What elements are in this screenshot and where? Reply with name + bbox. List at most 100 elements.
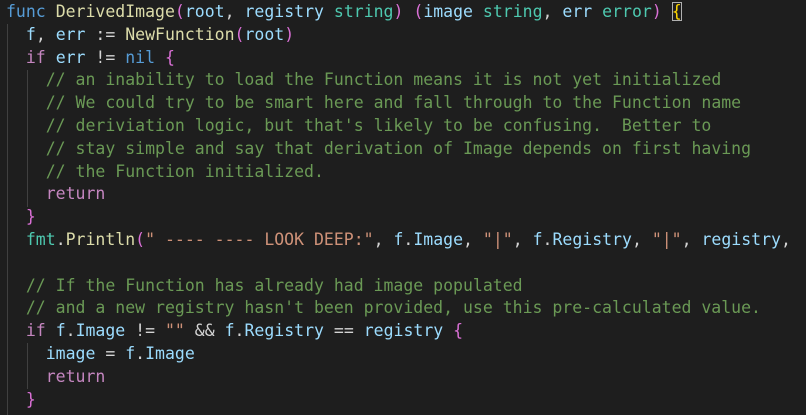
code-token: != xyxy=(125,321,165,341)
code-token: Image xyxy=(413,229,464,249)
code-line[interactable]: // We could try to be smart here and fal… xyxy=(6,92,791,115)
code-editor[interactable]: func DerivedImage(root, registry string)… xyxy=(0,0,806,415)
code-token: nil xyxy=(125,47,156,67)
code-text-area[interactable]: func DerivedImage(root, registry string)… xyxy=(6,1,791,411)
code-token: if xyxy=(25,321,46,341)
code-token: Image xyxy=(145,343,195,363)
code-line[interactable]: image = f.Image xyxy=(6,343,791,366)
code-token: Println xyxy=(65,229,136,249)
code-token: return xyxy=(45,184,106,204)
code-token: err xyxy=(55,47,86,67)
code-line[interactable]: // the Function initialized. xyxy=(6,161,791,184)
code-line[interactable]: func DerivedImage(root, registry string)… xyxy=(6,1,791,24)
code-token: ( xyxy=(413,2,424,21)
code-line[interactable]: return xyxy=(6,183,791,206)
code-token: && xyxy=(184,321,225,341)
code-token: == xyxy=(323,321,364,341)
code-line[interactable]: // and a new registry hasn't been provid… xyxy=(6,297,791,320)
code-line[interactable]: if f.Image != "" && f.Registry == regist… xyxy=(6,320,791,343)
code-token: , xyxy=(780,229,791,249)
code-token: , xyxy=(224,2,245,21)
code-line[interactable]: // an inability to load the Function mea… xyxy=(6,69,791,92)
code-token: ( xyxy=(174,2,185,21)
code-token: , xyxy=(35,24,56,44)
code-token: , xyxy=(463,229,483,249)
code-token: . xyxy=(65,321,76,341)
code-token: if xyxy=(25,47,46,67)
code-token: Image xyxy=(75,321,126,341)
code-line[interactable]: return xyxy=(6,366,791,389)
code-token: := xyxy=(85,24,126,44)
code-line[interactable]: // stay simple and say that derivation o… xyxy=(6,138,791,161)
code-line[interactable]: // If the Function has already had image… xyxy=(6,275,791,298)
code-token: f xyxy=(224,321,235,341)
code-line[interactable]: f, err := NewFunction(root) xyxy=(6,24,791,47)
code-token: DerivedImage xyxy=(55,2,175,21)
code-token: // and a new registry hasn't been provid… xyxy=(25,298,761,318)
code-token: return xyxy=(45,366,106,386)
code-token: , xyxy=(681,229,702,249)
code-token: err xyxy=(55,24,86,44)
code-token: // the Function initialized. xyxy=(45,161,324,181)
code-token: ) xyxy=(393,2,404,21)
code-token: = xyxy=(95,343,126,363)
code-token: // If the Function has already had image… xyxy=(25,275,523,295)
code-token: f xyxy=(25,24,36,44)
code-token: f xyxy=(393,229,404,249)
code-line[interactable]: if err != nil { xyxy=(6,47,791,70)
code-token: . xyxy=(135,343,146,363)
code-token: } xyxy=(25,207,36,227)
code-token: f xyxy=(55,321,66,341)
code-token: string xyxy=(482,2,543,21)
code-token: err xyxy=(562,2,593,21)
code-token: , xyxy=(512,229,533,249)
code-token: image xyxy=(423,2,473,21)
code-token: { xyxy=(165,47,175,67)
code-token: f xyxy=(532,229,543,249)
code-token: ) xyxy=(651,2,662,21)
code-line[interactable]: fmt.Println(" ---- ---- LOOK DEEP:", f.I… xyxy=(6,229,791,252)
code-line[interactable]: } xyxy=(6,206,791,229)
code-token: , xyxy=(373,229,394,249)
code-line[interactable]: // deriviation logic, but that's likely … xyxy=(6,115,791,138)
code-token: // an inability to load the Function mea… xyxy=(45,70,722,90)
code-token: fmt xyxy=(25,229,56,249)
code-token: "" xyxy=(164,321,185,341)
code-line[interactable]: ​ xyxy=(6,252,791,275)
code-line[interactable]: } xyxy=(6,389,791,412)
code-token: func xyxy=(6,2,46,21)
code-token: image xyxy=(45,343,96,363)
code-token: "|" xyxy=(651,229,682,249)
code-token: { xyxy=(453,321,464,341)
code-token: ( xyxy=(234,24,245,44)
code-token: "|" xyxy=(482,229,513,249)
code-token: . xyxy=(403,229,414,249)
code-token: . xyxy=(55,229,66,249)
code-token: registry xyxy=(363,321,444,341)
code-token: registry xyxy=(244,2,324,21)
code-token: . xyxy=(234,321,245,341)
code-token: , xyxy=(631,229,652,249)
code-token: } xyxy=(25,389,36,409)
